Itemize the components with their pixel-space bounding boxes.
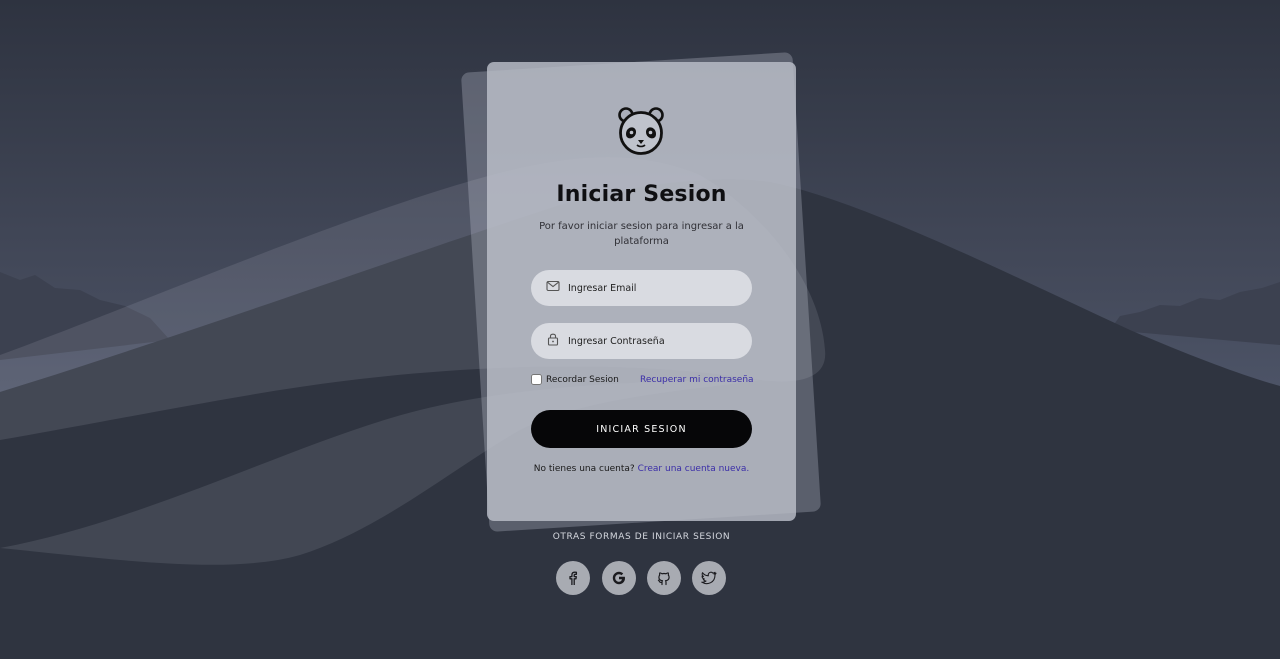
email-input[interactable]	[568, 270, 744, 306]
password-field[interactable]	[531, 323, 752, 359]
google-button[interactable]	[602, 561, 636, 595]
password-input[interactable]	[568, 323, 744, 359]
social-login-title: OTRAS FORMAS DE INICIAR SESION	[552, 532, 731, 542]
register-prompt: No tienes una cuenta? Crear una cuenta n…	[487, 464, 796, 474]
twitter-icon	[701, 571, 717, 585]
remember-session[interactable]: Recordar Sesion	[531, 374, 619, 385]
login-page: Iniciar Sesion Por favor iniciar sesion …	[0, 0, 1280, 659]
github-button[interactable]	[647, 561, 681, 595]
mail-icon	[546, 280, 560, 292]
twitter-button[interactable]	[692, 561, 726, 595]
email-field[interactable]	[531, 270, 752, 306]
google-icon	[612, 571, 625, 585]
facebook-icon	[569, 571, 578, 585]
login-button[interactable]: INICIAR SESION	[531, 410, 752, 448]
lock-icon	[547, 333, 559, 346]
forgot-password-link[interactable]: Recuperar mi contraseña	[640, 375, 754, 385]
github-icon	[657, 572, 670, 586]
panda-icon	[618, 107, 664, 155]
remember-checkbox[interactable]	[531, 374, 542, 385]
facebook-button[interactable]	[556, 561, 590, 595]
register-link[interactable]: Crear una cuenta nueva.	[638, 464, 750, 474]
remember-label: Recordar Sesion	[546, 374, 619, 385]
page-subtitle: Por favor iniciar sesion para ingresar a…	[539, 221, 744, 247]
register-text: No tienes una cuenta?	[533, 464, 635, 474]
page-title: Iniciar Sesion	[556, 182, 727, 207]
